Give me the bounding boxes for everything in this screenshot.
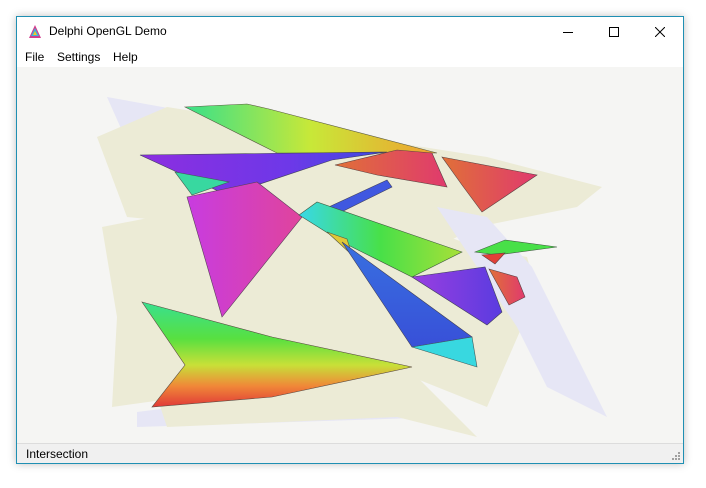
- minimize-button[interactable]: [545, 17, 591, 47]
- menu-help[interactable]: Help: [113, 50, 138, 64]
- menu-file[interactable]: File: [25, 50, 44, 64]
- delphi-app-icon: [29, 25, 41, 38]
- scene-render: [97, 97, 607, 437]
- window-title: Delphi OpenGL Demo: [49, 24, 167, 38]
- maximize-button[interactable]: [591, 17, 637, 47]
- menu-bar: File Settings Help: [17, 47, 683, 67]
- menu-settings[interactable]: Settings: [57, 50, 100, 64]
- maximize-icon: [609, 27, 619, 37]
- minimize-icon: [563, 32, 573, 33]
- close-icon: [655, 27, 665, 37]
- app-window: Delphi OpenGL Demo File Settings Help In…: [16, 16, 684, 464]
- title-bar[interactable]: Delphi OpenGL Demo: [17, 17, 683, 47]
- opengl-viewport[interactable]: [17, 67, 683, 443]
- close-button[interactable]: [637, 17, 683, 47]
- status-text: Intersection: [26, 447, 89, 461]
- status-bar: Intersection: [17, 443, 683, 463]
- resize-grip-icon[interactable]: [671, 451, 681, 461]
